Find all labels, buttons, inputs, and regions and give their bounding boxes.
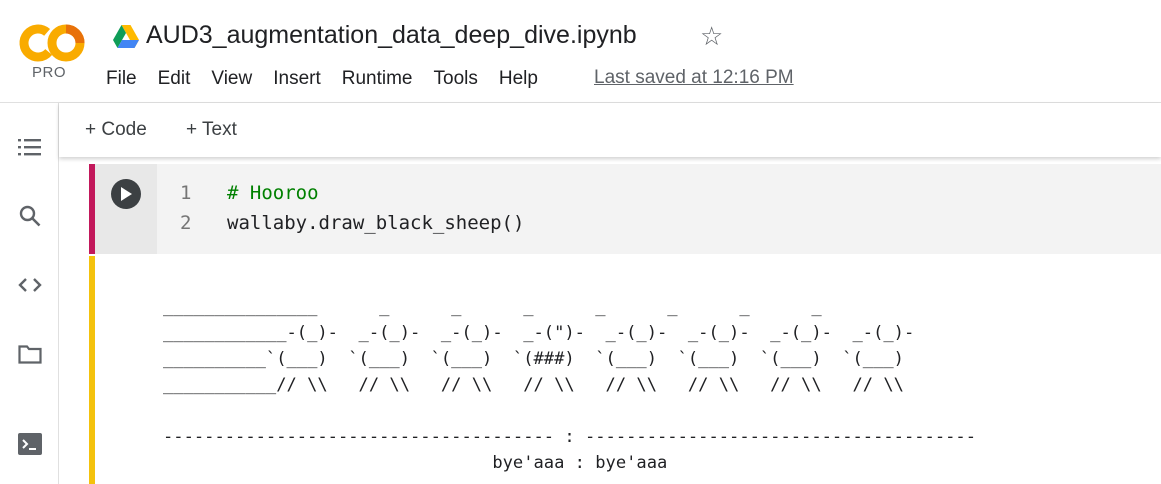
menu-help[interactable]: Help xyxy=(499,68,538,90)
files-folder-icon[interactable] xyxy=(17,341,43,367)
line-number: 2 xyxy=(180,212,192,234)
header-bar: PRO AUD3_augmentation_data_deep_dive.ipy… xyxy=(0,0,1161,103)
ascii-output: _______________ _ _ _ _ _ _ _ __________… xyxy=(163,297,977,473)
notebook-title[interactable]: AUD3_augmentation_data_deep_dive.ipynb xyxy=(146,21,637,50)
menu-edit[interactable]: Edit xyxy=(158,68,191,90)
run-cell-button[interactable] xyxy=(111,179,141,209)
code-snippets-icon[interactable] xyxy=(17,272,43,298)
google-drive-icon[interactable] xyxy=(113,25,139,48)
menu-insert[interactable]: Insert xyxy=(273,68,321,90)
left-sidebar xyxy=(0,103,59,484)
play-icon xyxy=(121,187,132,201)
cell-output: _______________ _ _ _ _ _ _ _ __________… xyxy=(89,256,1161,484)
search-icon[interactable] xyxy=(17,203,43,229)
terminal-icon[interactable] xyxy=(17,431,43,457)
add-text-cell-button[interactable]: + Text xyxy=(186,119,237,141)
star-icon[interactable]: ☆ xyxy=(700,22,723,50)
notebook-toolbar: + Code + Text xyxy=(59,103,1161,157)
menu-view[interactable]: View xyxy=(211,68,252,90)
code-editor[interactable]: 1 2 # Hooroo wallaby.draw_black_sheep() xyxy=(157,164,1161,254)
colab-co-logo-icon xyxy=(19,24,85,62)
output-bar xyxy=(89,256,95,484)
code-cell[interactable]: 1 2 # Hooroo wallaby.draw_black_sheep() xyxy=(89,164,1161,254)
menu-file[interactable]: File xyxy=(106,68,137,90)
menu-tools[interactable]: Tools xyxy=(434,68,478,90)
code-line-call[interactable]: wallaby.draw_black_sheep() xyxy=(227,212,524,234)
menu-bar: File Edit View Insert Runtime Tools Help xyxy=(106,67,559,91)
add-code-cell-button[interactable]: + Code xyxy=(85,119,147,141)
menu-runtime[interactable]: Runtime xyxy=(342,68,413,90)
last-saved-link[interactable]: Last saved at 12:16 PM xyxy=(594,67,794,89)
pro-badge: PRO xyxy=(32,64,67,81)
cell-gutter xyxy=(95,164,157,254)
table-of-contents-icon[interactable] xyxy=(17,134,43,160)
line-number: 1 xyxy=(180,182,192,204)
code-line-comment[interactable]: # Hooroo xyxy=(227,182,319,204)
